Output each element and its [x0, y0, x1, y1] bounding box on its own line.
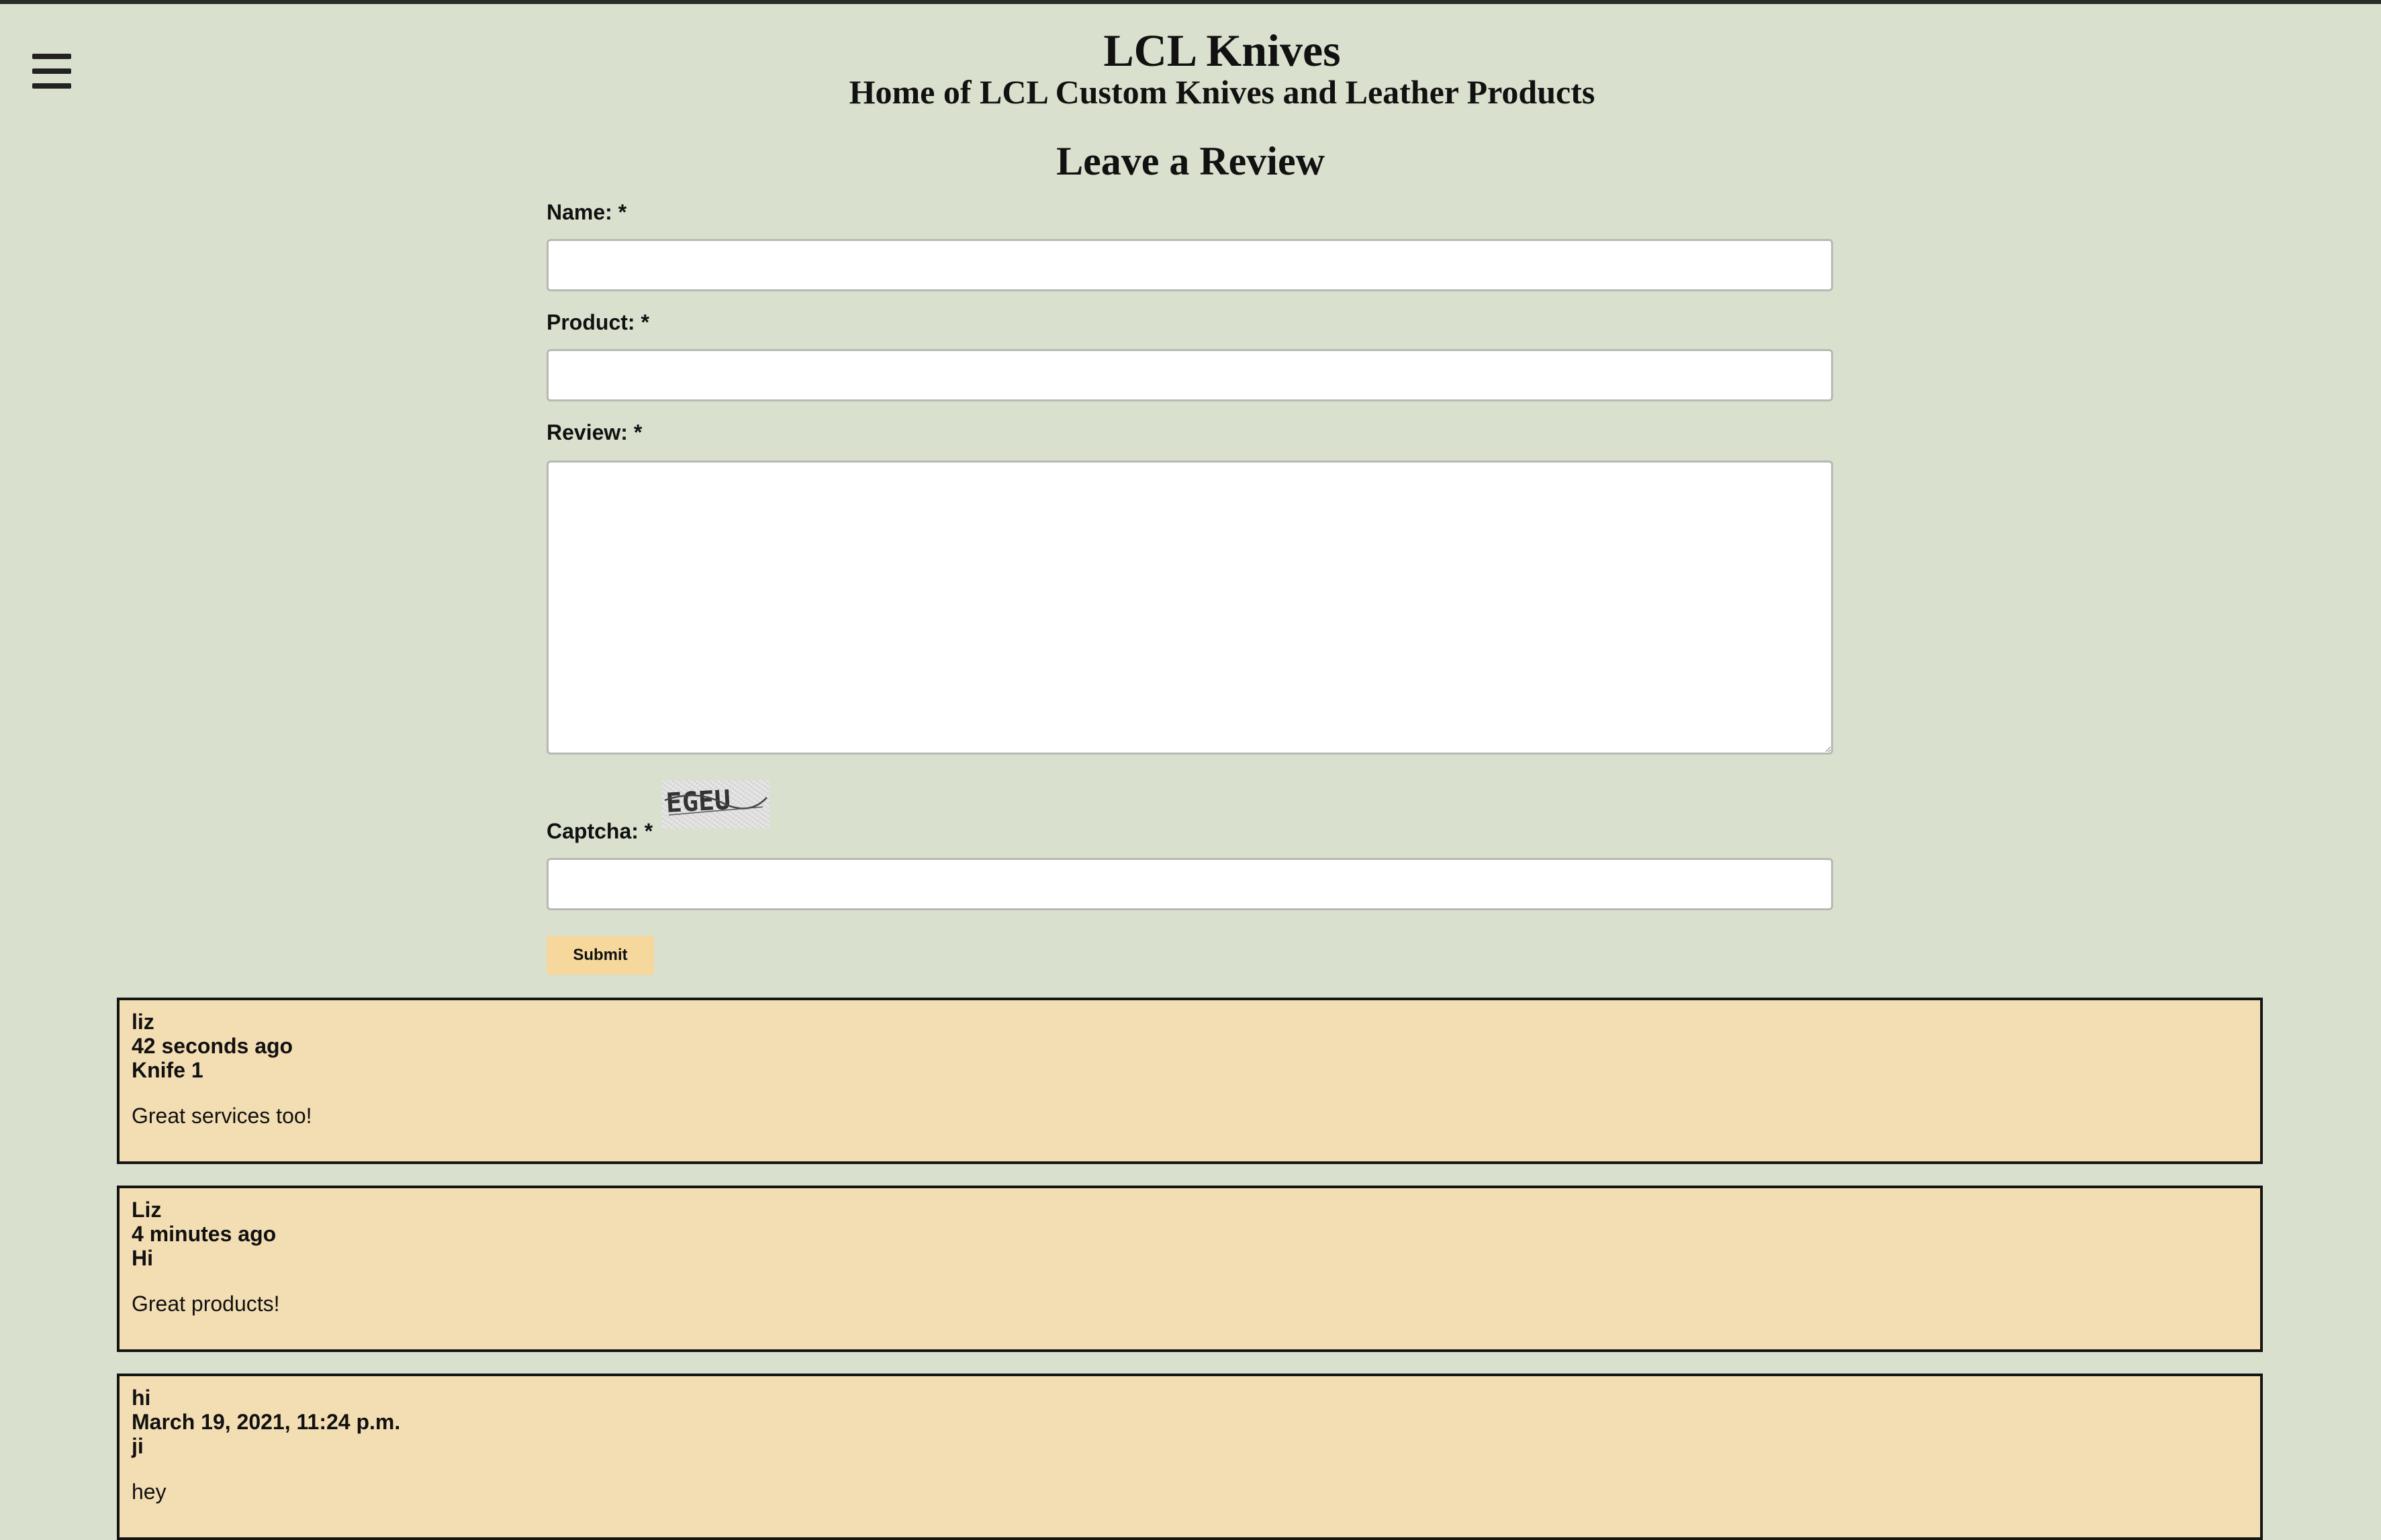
name-input[interactable] — [547, 239, 1833, 291]
product-label: Product: * — [547, 310, 649, 334]
review-timestamp: March 19, 2021, 11:24 p.m. — [132, 1410, 401, 1434]
name-label: Name: * — [547, 200, 627, 224]
review-card: Liz 4 minutes ago Hi Great products! — [117, 1186, 2263, 1352]
captcha-image: EGEU — [662, 780, 769, 828]
review-product: Knife 1 — [132, 1058, 203, 1082]
review-card: liz 42 seconds ago Knife 1 Great service… — [117, 998, 2263, 1164]
review-author: liz — [132, 1010, 154, 1034]
review-textarea[interactable] — [547, 461, 1833, 755]
review-text: Great services too! — [132, 1104, 312, 1128]
review-timestamp: 4 minutes ago — [132, 1222, 277, 1246]
review-product: ji — [132, 1434, 144, 1458]
form-title: Leave a Review — [1056, 139, 1325, 183]
review-product: Hi — [132, 1246, 153, 1270]
captcha-input[interactable] — [547, 858, 1833, 910]
review-timestamp: 42 seconds ago — [132, 1034, 293, 1058]
review-text: hey — [132, 1480, 167, 1504]
product-input[interactable] — [547, 349, 1833, 401]
site-subtitle: Home of LCL Custom Knives and Leather Pr… — [849, 73, 1595, 111]
review-label: Review: * — [547, 420, 643, 444]
captcha-label: Captcha: * — [547, 819, 653, 843]
review-author: hi — [132, 1386, 151, 1410]
review-author: Liz — [132, 1198, 162, 1222]
review-text: Great products! — [132, 1292, 280, 1316]
review-card: hi March 19, 2021, 11:24 p.m. ji hey — [117, 1374, 2263, 1540]
submit-button[interactable]: Submit — [547, 936, 654, 975]
